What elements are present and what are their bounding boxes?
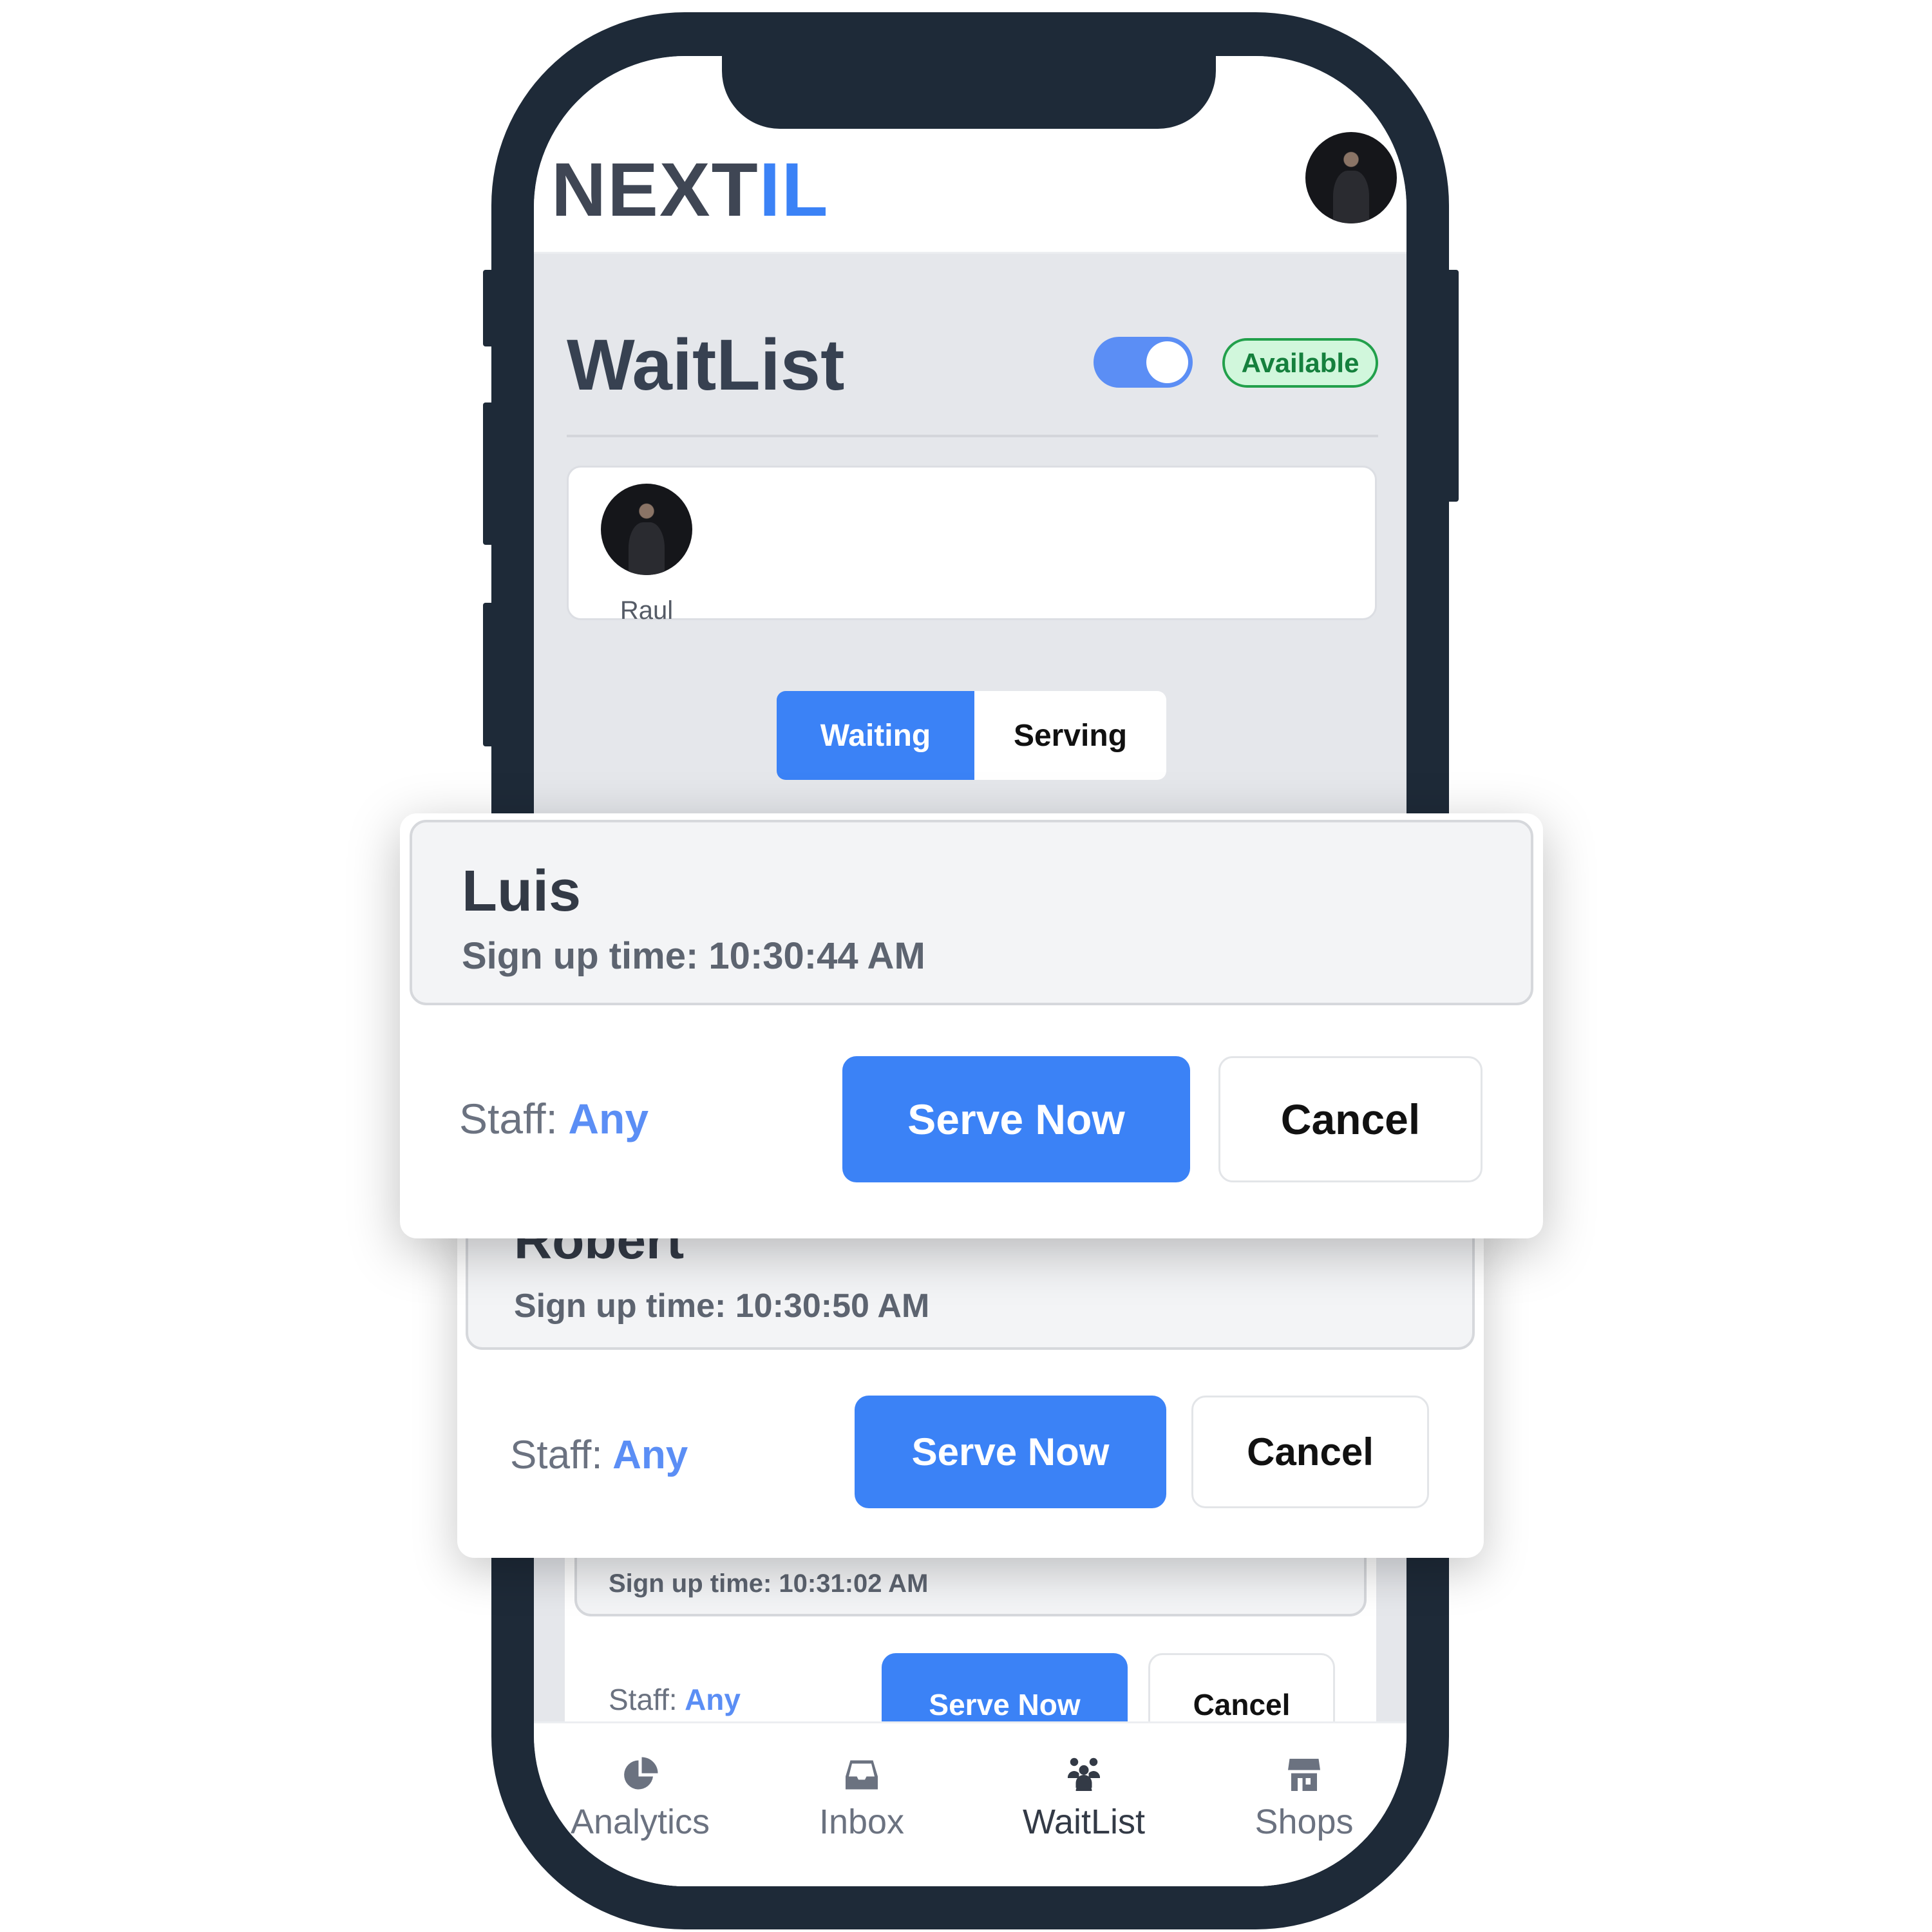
pie-chart-icon: [624, 1757, 658, 1790]
divider: [567, 435, 1378, 437]
signup-time: Sign up time: 10:30:50 AM: [514, 1287, 930, 1325]
status-tabs: Waiting Serving: [777, 691, 1166, 780]
notch: [722, 56, 1216, 129]
tab-serving[interactable]: Serving: [974, 691, 1166, 780]
nav-shops[interactable]: Shops: [1208, 1756, 1401, 1842]
signup-time: Sign up time: 10:30:44 AM: [462, 935, 925, 977]
nav-inbox[interactable]: Inbox: [765, 1756, 958, 1842]
signup-time: Sign up time: 10:31:02 AM: [609, 1569, 929, 1598]
staff-assignment: Staff: Any: [459, 1094, 649, 1143]
profile-avatar[interactable]: [1305, 132, 1397, 223]
page-title: WaitList: [567, 325, 845, 405]
serve-now-button[interactable]: Serve Now: [842, 1056, 1190, 1182]
staff-avatar: [601, 484, 692, 575]
nav-waitlist[interactable]: WaitList: [987, 1756, 1180, 1842]
store-icon: [1288, 1759, 1320, 1791]
staff-any-link[interactable]: Any: [568, 1094, 649, 1143]
availability-toggle[interactable]: [1094, 337, 1193, 388]
logo[interactable]: NEXTIL: [551, 146, 829, 234]
cancel-button[interactable]: Cancel: [1191, 1396, 1429, 1508]
queue-card: Luis Sign up time: 10:30:44 AM Staff: Any…: [400, 813, 1543, 1238]
staff-name: Raul: [620, 596, 674, 625]
nav-analytics[interactable]: Analytics: [544, 1756, 737, 1842]
users-icon: [1067, 1757, 1101, 1791]
inbox-icon: [846, 1760, 878, 1790]
cancel-button[interactable]: Cancel: [1218, 1056, 1482, 1182]
staff-any-link[interactable]: Any: [612, 1432, 688, 1478]
tab-waiting[interactable]: Waiting: [777, 691, 974, 780]
staff-any-link[interactable]: Any: [685, 1682, 741, 1717]
bottom-nav: Analytics Inbox WaitList Shops: [534, 1721, 1406, 1886]
queue-card: Robert Sign up time: 10:30:50 AM Staff: A…: [457, 1211, 1484, 1558]
staff-assignment: Staff: Any: [609, 1682, 741, 1717]
status-badge: Available: [1222, 338, 1378, 388]
serve-now-button[interactable]: Serve Now: [855, 1396, 1166, 1508]
staff-assignment: Staff: Any: [510, 1432, 688, 1478]
customer-name: Luis: [462, 859, 582, 923]
staff-selector: Raul: [567, 466, 1377, 625]
staff-item-raul[interactable]: Raul: [582, 480, 712, 625]
toggle-knob: [1146, 341, 1188, 383]
